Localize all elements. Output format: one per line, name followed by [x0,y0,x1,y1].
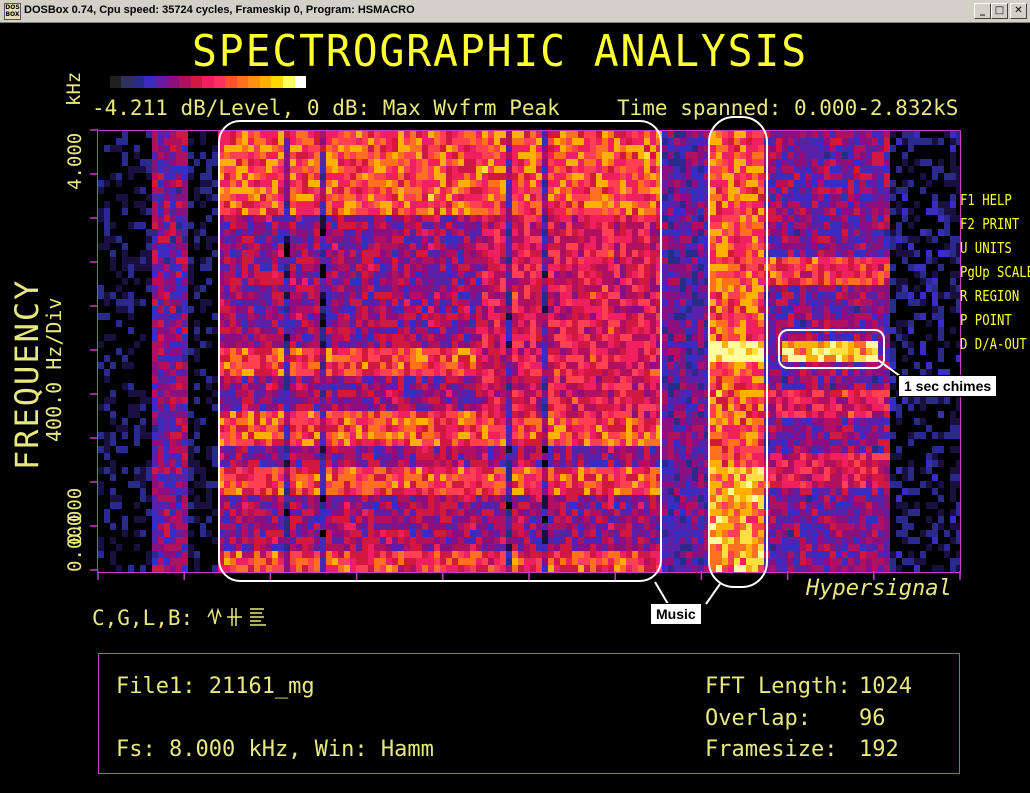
color-scale-swatch [202,76,214,88]
menu-item-scale[interactable]: PgUp SCALE [960,260,1030,284]
menu-item-print[interactable]: F2 PRINT [960,212,1030,236]
menu-item-point[interactable]: P POINT [960,308,1030,332]
command-prefix: C,G,L,B: [92,606,194,630]
maximize-button[interactable]: □ [991,3,1008,19]
maximize-icon: □ [994,5,1005,16]
music-region-outline-2 [708,116,768,588]
framesize-value: 192 [859,737,899,762]
window-titlebar[interactable]: DOS BOX DOSBox 0.74, Cpu speed: 35724 cy… [0,0,1030,23]
lines-icon [249,608,266,626]
waveform-icon [207,607,222,625]
color-scale-swatch [155,76,168,88]
spectrum-icon [226,608,242,626]
color-scale-swatch [225,76,237,88]
color-scale-swatch [190,76,203,88]
freq-unit-label: kHz [63,71,85,106]
color-scale-swatch [236,76,249,88]
level-info: -4.211 dB/Level, 0 dB: Max Wvfrm Peak [92,96,560,120]
minimize-button[interactable]: _ [974,3,991,19]
freq-axis-ticks [90,129,98,571]
color-scale-swatch [178,76,191,88]
function-key-menu: F1 HELP F2 PRINT U UNITS PgUp SCALE R RE… [960,188,1030,356]
window-title: DOSBox 0.74, Cpu speed: 35724 cycles, Fr… [24,4,415,16]
color-scale-swatch [271,76,283,88]
music-leader-right [705,583,721,605]
music-region-outline [218,120,662,582]
overlap-label: Overlap: [705,706,811,731]
page-title: SPECTROGRAPHIC ANALYSIS [192,26,808,77]
color-scale-swatch [259,76,272,88]
music-callout: Music [650,603,702,625]
freq-axis-label: FREQUENCY [8,278,46,470]
color-scale-swatch [144,76,156,88]
menu-item-help[interactable]: F1 HELP [960,188,1030,212]
display-mode-icons [207,607,266,626]
close-button[interactable]: ✕ [1010,3,1027,19]
framesize-label: Framesize: [705,737,838,762]
color-scale-swatch [98,76,110,88]
color-scale-swatch [132,76,145,88]
intensity-color-scale [98,76,307,88]
chimes-callout: 1 sec chimes [898,375,998,397]
file-name: File1: 21161_mg [116,674,315,699]
chimes-region-outline [778,329,885,369]
fft-length-label: FFT Length: [705,674,851,699]
overlap-value: 96 [859,706,886,731]
color-scale-swatch [294,76,307,88]
command-prompt: C,G,L,B: [92,606,270,630]
hypersignal-brand: Hypersignal [806,576,952,601]
file-info-box: File1: 21161_mg Fs: 8.000 kHz, Win: Hamm… [98,653,960,774]
close-icon: ✕ [1014,5,1023,16]
color-scale-swatch [283,76,295,88]
sample-rate: Fs: 8.000 kHz, Win: Hamm [116,737,434,762]
color-scale-swatch [109,76,122,88]
color-scale-swatch [167,76,179,88]
color-scale-swatch [213,76,226,88]
freq-per-div-label: 400.0 Hz/Div [42,297,66,443]
time-spanned: Time spanned: 0.000-2.832kS [617,96,959,120]
menu-item-da-out[interactable]: D D/A-OUT [960,332,1030,356]
fft-length-value: 1024 [859,674,912,699]
menu-item-units[interactable]: U UNITS [960,236,1030,260]
color-scale-swatch [248,76,260,88]
dosbox-app-icon[interactable]: DOS BOX [4,3,21,20]
music-leader-left [654,581,669,605]
minimize-icon: _ [980,5,985,16]
color-scale-swatch [121,76,133,88]
menu-item-region[interactable]: R REGION [960,284,1030,308]
